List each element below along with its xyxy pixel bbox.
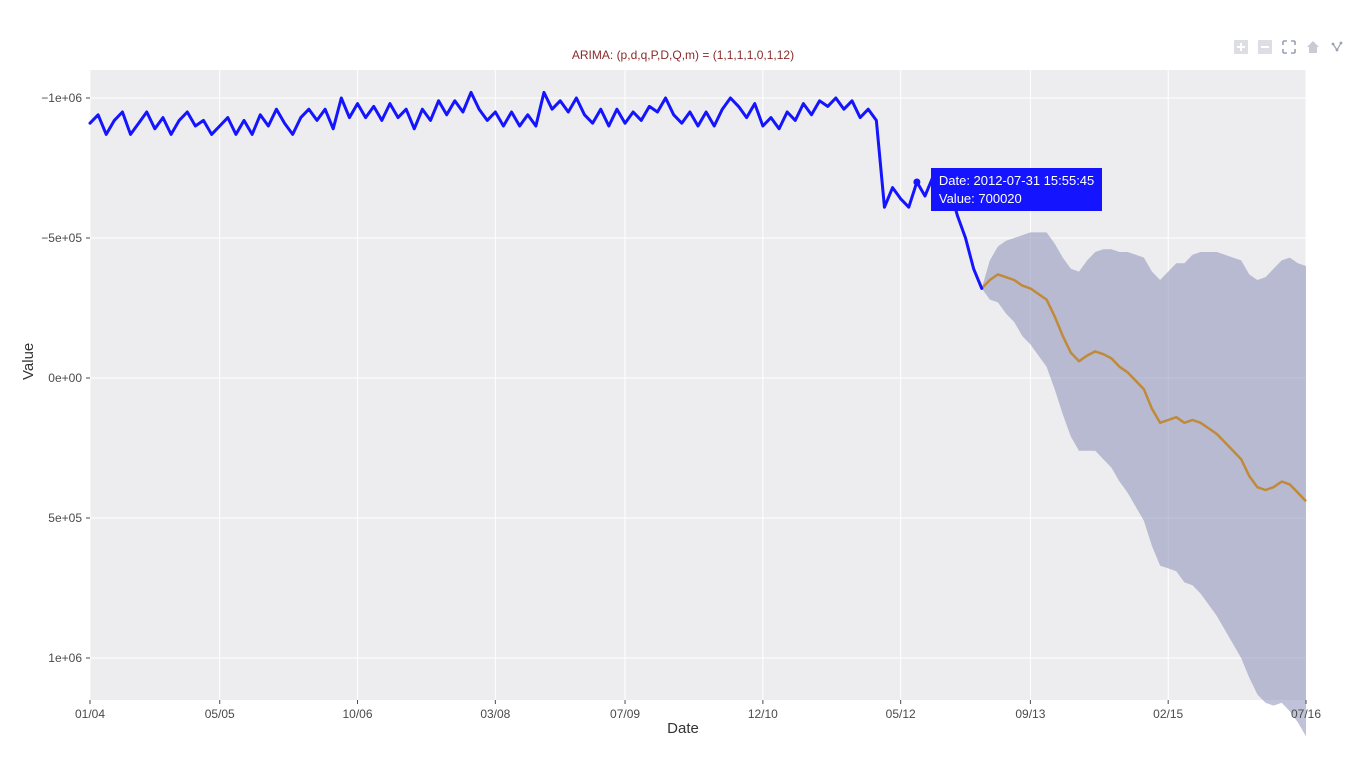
svg-text:07/16: 07/16 — [1291, 707, 1321, 721]
svg-text:05/05: 05/05 — [205, 707, 235, 721]
svg-text:02/15: 02/15 — [1153, 707, 1183, 721]
hover-date: Date: 2012-07-31 15:55:45 — [939, 173, 1094, 188]
plot-svg: 1e+065e+050e+00−5e+05−1e+06 01/0405/0510… — [90, 70, 1306, 700]
modebar — [1232, 38, 1346, 56]
chart-title: ARIMA: (p,d,q,P,D,Q,m) = (1,1,1,1,0,1,12… — [0, 48, 1366, 62]
svg-text:05/12: 05/12 — [886, 707, 916, 721]
hover-marker — [913, 178, 920, 185]
home-icon[interactable] — [1304, 38, 1322, 56]
zoom-out-icon[interactable] — [1256, 38, 1274, 56]
svg-text:03/08: 03/08 — [480, 707, 510, 721]
svg-text:09/13: 09/13 — [1015, 707, 1045, 721]
svg-text:1e+06: 1e+06 — [48, 651, 82, 665]
actual-line — [90, 92, 982, 288]
svg-text:0e+00: 0e+00 — [48, 371, 82, 385]
svg-text:12/10: 12/10 — [748, 707, 778, 721]
hover-tooltip: Date: 2012-07-31 15:55:45 Value: 700020 — [931, 168, 1102, 211]
chart-container: ARIMA: (p,d,q,P,D,Q,m) = (1,1,1,1,0,1,12… — [0, 0, 1366, 768]
svg-text:10/06: 10/06 — [343, 707, 373, 721]
export-icon[interactable] — [1328, 38, 1346, 56]
svg-text:07/09: 07/09 — [610, 707, 640, 721]
autoscale-icon[interactable] — [1280, 38, 1298, 56]
svg-text:5e+05: 5e+05 — [48, 511, 82, 525]
svg-text:01/04: 01/04 — [75, 707, 105, 721]
y-axis-label: Value — [20, 343, 37, 380]
y-ticks: 1e+06 5e+05 0e+00 −5e+05 −1e+06 — [41, 91, 90, 665]
svg-text:−1e+06: −1e+06 — [41, 91, 82, 105]
zoom-in-icon[interactable] — [1232, 38, 1250, 56]
x-axis-label: Date — [0, 720, 1366, 737]
hover-value: Value: 700020 — [939, 191, 1022, 206]
x-ticks: 01/04 05/05 10/06 03/08 07/09 12/10 05/12 09/13… — [75, 700, 1321, 721]
svg-text:−5e+05: −5e+05 — [41, 231, 82, 245]
